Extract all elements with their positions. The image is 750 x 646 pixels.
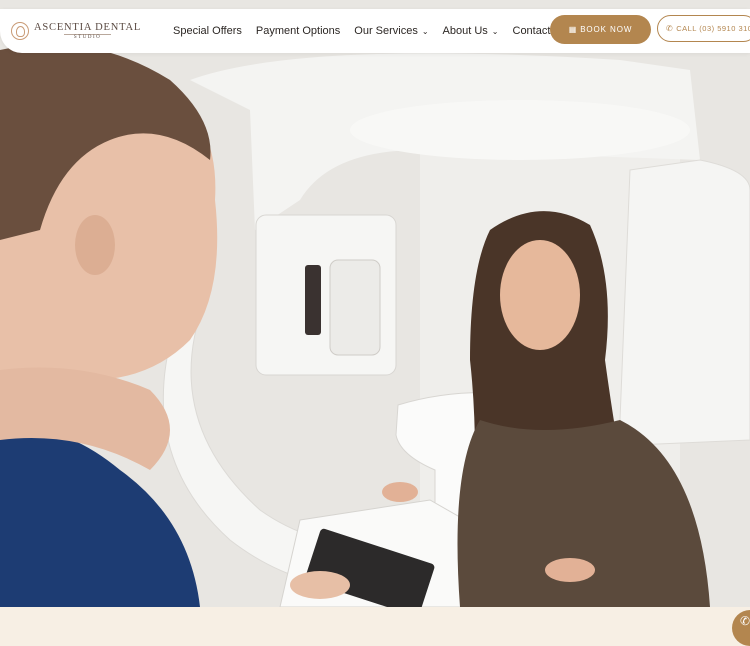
book-now-label: BOOK NOW	[580, 25, 633, 34]
site-header: ASCENTIA DENTAL STUDIO Special Offers Pa…	[0, 9, 750, 53]
logo-text: ASCENTIA DENTAL STUDIO	[34, 22, 141, 41]
calendar-icon: ▦	[568, 25, 578, 34]
nav-item-contact[interactable]: Contact	[513, 25, 551, 37]
content-section-top	[0, 607, 750, 628]
hero-image	[0, 0, 750, 607]
logo[interactable]: ASCENTIA DENTAL STUDIO	[11, 21, 141, 41]
main-nav: Special Offers Payment Options Our Servi…	[173, 9, 564, 53]
logo-sub: STUDIO	[63, 33, 112, 41]
phone-icon: ✆	[740, 614, 750, 628]
nav-item-special-offers[interactable]: Special Offers	[173, 25, 242, 37]
chevron-down-icon: ⌄	[491, 26, 499, 36]
nav-label: About Us	[442, 25, 488, 37]
nav-label: Our Services	[354, 25, 418, 37]
chevron-down-icon: ⌄	[421, 26, 429, 36]
logo-name: ASCENTIA DENTAL	[34, 21, 142, 33]
nav-label: Payment Options	[255, 25, 341, 37]
nav-label: Special Offers	[173, 25, 242, 37]
call-label: CALL (03) 5910 3107	[676, 24, 750, 33]
book-now-button[interactable]: ▦ BOOK NOW	[550, 15, 651, 44]
nav-item-our-services[interactable]: Our Services ⌄	[354, 25, 428, 37]
nav-item-payment-options[interactable]: Payment Options	[256, 25, 340, 37]
nav-label: Contact	[512, 25, 551, 37]
nav-item-about-us[interactable]: About Us ⌄	[443, 25, 499, 37]
logo-mark-icon	[11, 22, 29, 40]
hero-illustration	[0, 0, 750, 607]
call-button[interactable]: ✆ CALL (03) 5910 3107	[657, 15, 750, 42]
phone-icon: ✆	[666, 24, 674, 33]
